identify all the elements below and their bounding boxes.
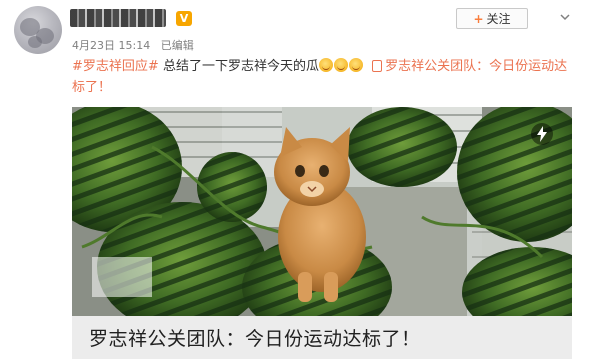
post-text: #罗志祥回应# 总结了一下罗志祥今天的瓜 罗志祥公关团队：今日份运动达标了！ bbox=[72, 56, 572, 98]
chevron-down-icon[interactable] bbox=[560, 12, 570, 22]
vip-badge-icon: V bbox=[176, 11, 192, 26]
avatar[interactable] bbox=[14, 6, 62, 54]
hashtag-link[interactable]: #罗志祥回应# bbox=[72, 59, 159, 74]
author-name[interactable] bbox=[70, 9, 166, 27]
image-caption: 罗志祥公关团队：今日份运动达标了！ bbox=[89, 328, 421, 350]
grin-emoji-icon bbox=[318, 58, 333, 72]
plus-icon: + bbox=[473, 12, 484, 26]
edited-label: 已编辑 bbox=[160, 39, 194, 52]
link-icon bbox=[372, 60, 383, 72]
grin-emoji-icon bbox=[333, 58, 348, 72]
follow-label: 关注 bbox=[486, 12, 511, 26]
flash-icon[interactable] bbox=[531, 123, 553, 145]
post-body-text: 总结了一下罗志祥今天的瓜 bbox=[162, 59, 319, 74]
grin-emoji-icon bbox=[348, 58, 363, 72]
post-date[interactable]: 4月23日 15:14 bbox=[72, 39, 150, 52]
image-caption-bar: 罗志祥公关团队：今日份运动达标了！ bbox=[72, 316, 572, 359]
follow-button[interactable]: + 关注 bbox=[456, 8, 528, 29]
post-meta: 4月23日 15:14 已编辑 bbox=[72, 37, 201, 53]
cat-watermelon-photo[interactable] bbox=[72, 107, 572, 316]
linked-account: 罗志祥公关团队 bbox=[385, 59, 477, 74]
